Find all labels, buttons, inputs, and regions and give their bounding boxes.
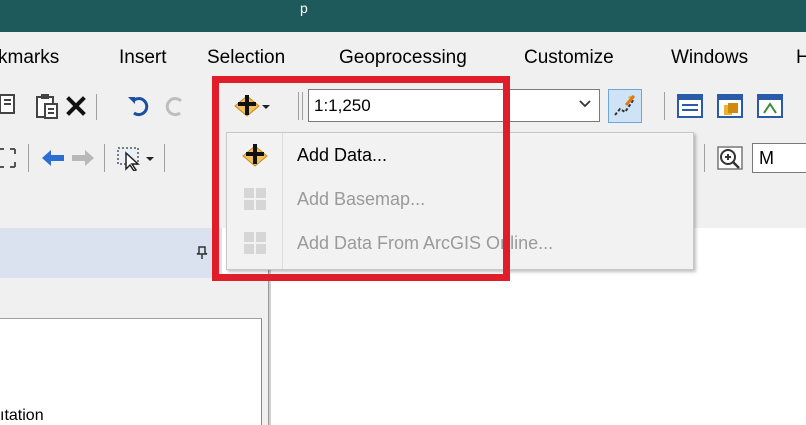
table-of-contents-header [0,228,222,278]
forward-arrow-icon[interactable] [70,147,96,169]
undo-icon[interactable] [126,93,152,119]
menu-selection[interactable]: Selection [207,47,285,69]
menu-help[interactable]: H [796,47,806,69]
copy-icon[interactable] [0,92,18,118]
title-text: p [300,0,308,16]
menu-bookmarks[interactable]: kmarks [0,47,59,69]
table-of-contents-icon[interactable] [676,93,704,119]
catalog-window-icon[interactable] [716,93,744,119]
zoom-in-icon[interactable] [716,145,744,171]
table-of-contents-content: ıtation [0,318,262,425]
pin-icon[interactable] [196,246,208,263]
toolbar-separator [164,144,165,172]
toolbar-separator [28,144,29,172]
redo-icon[interactable] [162,93,188,119]
toolbar-separator [104,144,105,172]
chevron-down-icon[interactable] [577,95,593,116]
menu-insert[interactable]: Insert [119,47,167,69]
back-arrow-icon[interactable] [40,147,66,169]
menu-geoprocessing[interactable]: Geoprocessing [339,47,467,69]
toolbar-separator [664,92,665,120]
editor-toolbar-icon[interactable] [608,89,642,123]
partial-combobox[interactable]: M [752,143,806,173]
menu-bar: kmarks Insert Selection Geoprocessing Cu… [0,32,806,82]
toolbar-separator [704,144,705,172]
toolbar-separator [96,94,97,120]
menu-windows[interactable]: Windows [671,47,748,69]
chevron-down-icon[interactable] [144,154,156,164]
full-extent-icon[interactable] [0,146,18,170]
search-window-icon[interactable] [756,93,784,119]
delete-icon[interactable] [64,94,88,118]
select-features-icon[interactable] [116,145,144,171]
menu-customize[interactable]: Customize [524,47,614,69]
paste-icon[interactable] [34,92,60,120]
title-bar: p [0,0,806,32]
partial-combobox-text: M [759,147,774,168]
highlight-rectangle [212,76,510,281]
partial-layer-text: ıtation [0,407,44,424]
